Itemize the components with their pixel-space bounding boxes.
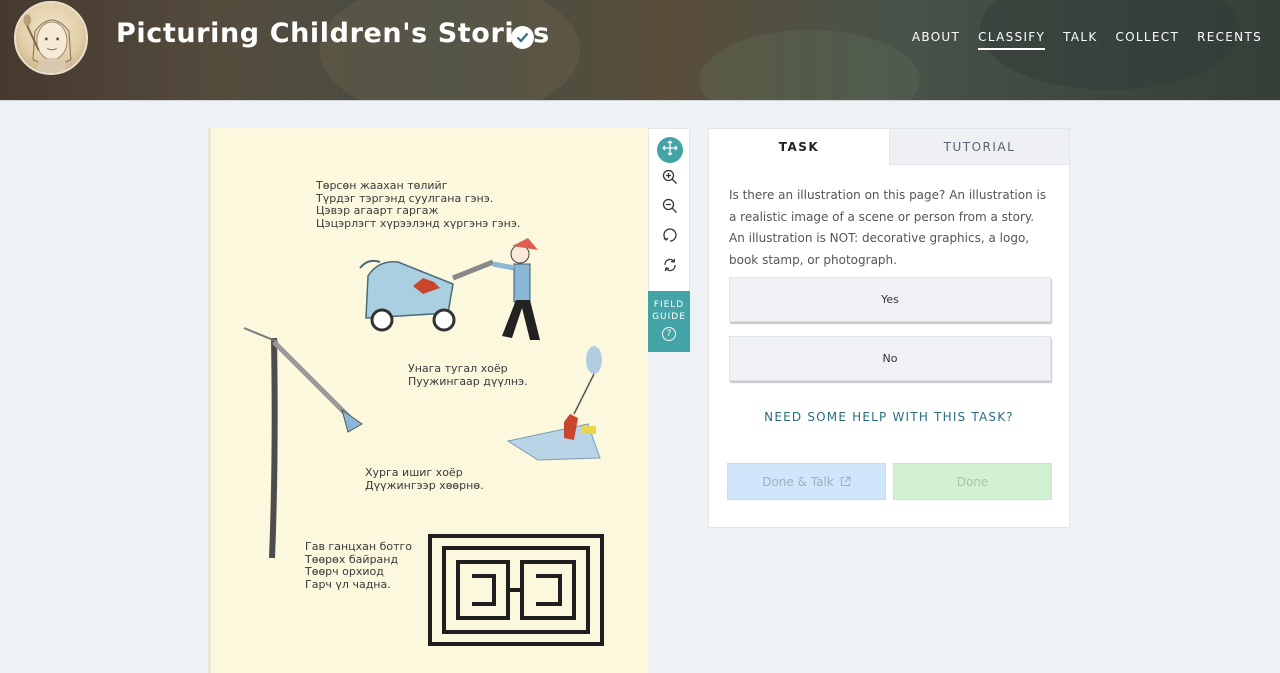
reset-button[interactable] xyxy=(657,254,683,280)
project-avatar[interactable] xyxy=(14,1,88,75)
maze-drawing xyxy=(428,534,604,646)
move-tool-button[interactable] xyxy=(657,137,683,163)
man-drawing xyxy=(492,238,540,340)
tab-tutorial[interactable]: TUTORIAL xyxy=(889,129,1069,165)
project-header: Picturing Children's Stories ABOUT CLASS… xyxy=(0,0,1280,100)
task-question: Is there an illustration on this page? A… xyxy=(729,188,1047,268)
field-guide-label: FIELD xyxy=(653,300,685,310)
answer-no-button[interactable]: No xyxy=(729,336,1051,381)
nav-talk[interactable]: TALK xyxy=(1063,30,1097,50)
stroller-drawing xyxy=(359,259,494,332)
done-and-talk-button[interactable]: Done & Talk xyxy=(727,463,886,500)
nav-about[interactable]: ABOUT xyxy=(912,30,960,50)
verse-text: Унага тугал хоёр Пуужингаар дүүлнэ. xyxy=(408,362,528,388)
zoom-in-button[interactable] xyxy=(657,166,683,192)
verse-text: Хурга ишиг хоёр Дүүжингээр хөөрнө. xyxy=(365,466,484,492)
project-nav: ABOUT CLASSIFY TALK COLLECT RECENTS xyxy=(894,30,1262,50)
done-and-talk-label: Done & Talk xyxy=(762,474,834,489)
done-button[interactable]: Done xyxy=(893,463,1052,500)
task-help-link[interactable]: NEED SOME HELP WITH THIS TASK? xyxy=(709,410,1069,424)
subject-image[interactable]: Төрсөн жаахан төлийг Түрдэг тэргэнд суул… xyxy=(208,128,648,673)
nav-collect[interactable]: COLLECT xyxy=(1116,30,1180,50)
header-divider xyxy=(0,100,1280,101)
task-panel: TASK TUTORIAL Is there an illustration o… xyxy=(708,128,1070,528)
header-shade xyxy=(0,0,1280,100)
task-tabs: TASK TUTORIAL xyxy=(709,129,1069,165)
image-tools xyxy=(648,128,690,292)
field-guide-button[interactable]: FIELD GUIDE ? xyxy=(648,291,690,352)
answer-yes-button[interactable]: Yes xyxy=(729,277,1051,322)
nav-classify[interactable]: CLASSIFY xyxy=(978,30,1046,50)
rotate-icon xyxy=(662,227,678,248)
zoom-in-icon xyxy=(662,169,678,190)
verse-text: Төрсөн жаахан төлийг Түрдэг тэргэнд суул… xyxy=(316,179,521,230)
tab-task[interactable]: TASK xyxy=(709,129,889,165)
move-icon xyxy=(662,140,678,161)
zoom-out-button[interactable] xyxy=(657,195,683,221)
project-title[interactable]: Picturing Children's Stories xyxy=(116,18,550,49)
zoom-out-icon xyxy=(662,198,678,219)
external-link-icon xyxy=(840,476,851,487)
rotate-button[interactable] xyxy=(657,224,683,250)
verse-text: Гав ганцхан ботго Төөрөх байранд Төөрч о… xyxy=(305,540,412,591)
verified-check-icon xyxy=(511,26,534,49)
swing-drawing xyxy=(243,327,363,559)
nav-recents[interactable]: RECENTS xyxy=(1197,30,1262,50)
help-circle-icon: ? xyxy=(662,327,676,341)
reset-icon xyxy=(662,257,678,278)
field-guide-label: GUIDE xyxy=(652,312,686,322)
